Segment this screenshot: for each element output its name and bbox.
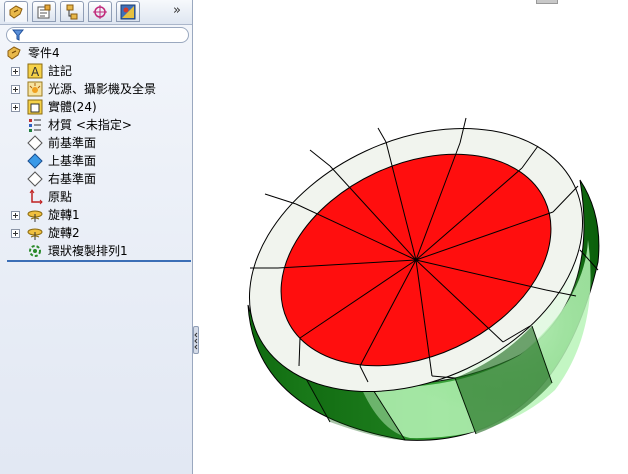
display-manager-tab[interactable] [116,1,140,22]
solid-bodies-icon [27,99,43,115]
circular-pattern-icon [29,245,41,257]
plane-selected-icon [27,153,43,169]
rind-stripe [299,366,405,440]
tree-item-label: 環狀複製排列1 [48,244,128,258]
tree-item-label: 材質 <未指定> [48,118,132,132]
display-manager-icon [120,4,136,20]
tree-item-label: 原點 [48,190,73,204]
rind-shine [248,180,599,441]
feature-manager-panel: » 零件4 A 註記 光源、攝影機及全景 實體(24) 材質 <未指定> 前基準… [0,0,193,474]
expand-icon[interactable] [11,229,20,238]
tree-item-label: 旋轉1 [48,208,80,222]
tree-item-label: 旋轉2 [48,226,80,240]
ring-segment-lines [250,117,579,383]
rollback-bar[interactable] [7,260,191,262]
expand-icon[interactable] [11,211,20,220]
more-tabs-icon[interactable]: » [173,3,181,18]
rind-stripe [455,326,552,434]
revolve-icon [27,210,43,222]
plane-icon [27,135,43,151]
configuration-manager-tab[interactable] [60,1,84,22]
collapse-arrows-icon [194,332,198,350]
view-heads-up-toolbar-edge [536,0,558,4]
tree-item-label: 前基準面 [48,136,97,150]
property-manager-tab[interactable] [32,1,56,22]
tree-item-label: 實體(24) [48,100,97,114]
watermelon-model[interactable] [207,77,626,442]
rind-white-ring [248,127,584,393]
feature-manager-icon [9,5,23,19]
expand-icon[interactable] [11,67,20,76]
expand-icon[interactable] [11,103,20,112]
configuration-manager-icon [66,4,78,20]
svg-text:A: A [31,65,40,79]
rind-seam [298,365,331,423]
revolve-icon [27,228,43,240]
rind-surface [247,179,600,441]
tree-item-label: 上基準面 [48,154,97,168]
rind-highlight [360,240,591,439]
plane-icon [27,171,43,187]
part-icon [7,46,21,60]
rind-seam [454,377,477,435]
rind-seam [531,325,553,384]
origin-icon [29,189,43,205]
rind-seam [367,381,406,441]
flesh-surface [280,153,552,367]
annotation-icon: A [27,63,43,79]
property-manager-icon [37,4,51,19]
segment-lines [277,141,554,377]
panel-splitter-handle[interactable] [193,326,199,354]
expand-icon[interactable] [11,85,20,94]
tree-item-label: 右基準面 [48,172,97,186]
tree-filter-input[interactable] [6,27,189,43]
tree-root-label: 零件4 [28,46,60,60]
tree-item-label: 註記 [48,64,73,78]
material-icon [29,119,41,132]
lights-camera-icon [27,81,43,97]
tree-item-label: 光源、攝影機及全景 [48,82,157,96]
feature-manager-tab[interactable] [4,1,28,22]
rind-seam [579,249,599,271]
dimxpert-icon [93,5,107,19]
filter-icon [12,29,24,41]
panel-tab-bar: » [0,0,192,25]
dimxpert-tab[interactable] [88,1,112,22]
